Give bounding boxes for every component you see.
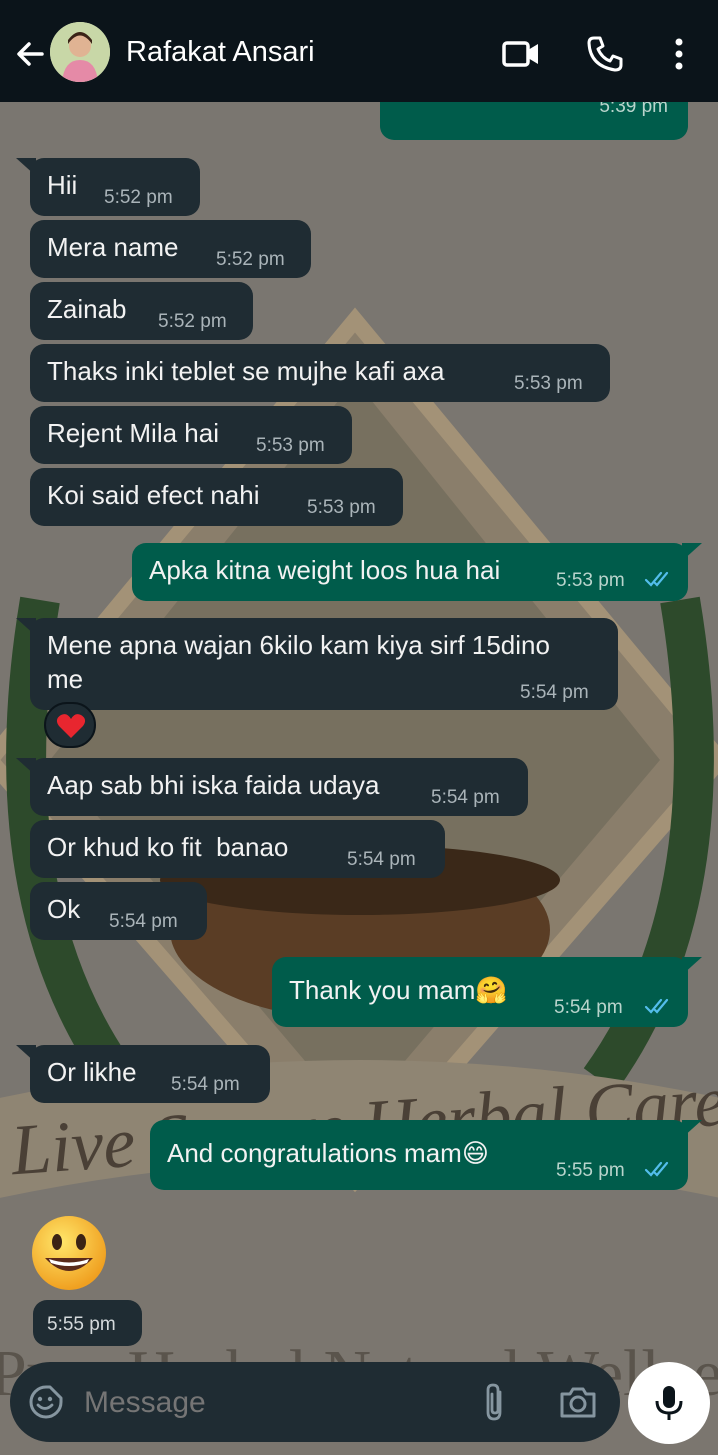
more-options-icon[interactable]	[659, 34, 699, 74]
message-text: Koi said efect nahi	[47, 480, 260, 510]
message-time: 5:52 pm	[158, 311, 227, 332]
message-text: me	[47, 664, 84, 694]
message-text: And congratulations mam😄	[167, 1138, 489, 1168]
read-ticks-icon	[644, 571, 669, 587]
message-time: 5:54 pm	[347, 849, 416, 870]
message-time: 5:54 pm	[171, 1074, 240, 1095]
emoji-icon[interactable]	[28, 1384, 64, 1420]
incoming-message[interactable]: Koi said efect nahi 5:53 pm	[30, 468, 403, 526]
incoming-message[interactable]: Ok 5:54 pm	[30, 882, 207, 940]
camera-icon[interactable]	[558, 1382, 598, 1422]
message-text: Ok	[47, 894, 81, 924]
message-text: Apka kitna weight loos hua hai	[149, 555, 501, 585]
avatar[interactable]	[50, 22, 110, 82]
message-text: Zainab	[47, 294, 127, 324]
outgoing-message[interactable]: Apka kitna weight loos hua hai 5:53 pm	[132, 543, 688, 601]
read-ticks-icon	[644, 998, 669, 1014]
chat-header: Rafakat Ansari	[0, 0, 718, 102]
bubble-tail	[16, 158, 36, 176]
incoming-message[interactable]: Hii 5:52 pm	[30, 158, 200, 216]
bubble-tail	[682, 957, 702, 975]
message-text: Aap sab bhi iska faida udaya	[47, 770, 380, 800]
video-call-icon[interactable]	[501, 34, 541, 74]
bubble-tail	[682, 543, 702, 561]
message-input[interactable]	[82, 1380, 466, 1426]
message-text: Or likhe	[47, 1057, 137, 1087]
incoming-message[interactable]: Zainab 5:52 pm	[30, 282, 253, 340]
mic-icon	[655, 1386, 683, 1420]
reaction-badge[interactable]	[44, 702, 96, 748]
attach-icon[interactable]	[480, 1382, 510, 1422]
message-text: Thaks inki teblet se mujhe kafi axa	[47, 356, 445, 386]
message-time: 5:52 pm	[104, 187, 173, 208]
message-time: 5:53 pm	[256, 435, 325, 456]
incoming-message[interactable]: Thaks inki teblet se mujhe kafi axa 5:53…	[30, 344, 610, 402]
contact-name[interactable]: Rafakat Ansari	[126, 36, 315, 69]
message-composer	[10, 1362, 620, 1442]
sticker-time-badge: 5:55 pm	[33, 1300, 142, 1346]
message-text: Mene apna wajan 6kilo kam kiya sirf 15di…	[47, 630, 550, 660]
message-text: Or khud ko fit banao	[47, 832, 289, 862]
back-arrow-icon[interactable]	[12, 36, 48, 72]
message-time: 5:53 pm	[514, 373, 583, 394]
read-ticks-icon	[644, 1161, 669, 1177]
message-time: 5:55 pm	[47, 1314, 116, 1335]
phone-icon[interactable]	[585, 34, 625, 74]
bubble-tail	[16, 758, 36, 776]
outgoing-message[interactable]: And congratulations mam😄 5:55 pm	[150, 1120, 688, 1190]
message-time: 5:52 pm	[216, 249, 285, 270]
incoming-message[interactable]: Mera name 5:52 pm	[30, 220, 311, 278]
outgoing-message[interactable]: Thank you mam🤗 5:54 pm	[272, 957, 688, 1027]
message-time: 5:54 pm	[109, 911, 178, 932]
message-time: 5:54 pm	[554, 997, 623, 1018]
message-time: 5:53 pm	[556, 570, 625, 591]
incoming-message[interactable]: Rejent Mila hai 5:53 pm	[30, 406, 352, 464]
voice-record-button[interactable]	[628, 1362, 710, 1444]
message-time: 5:54 pm	[431, 787, 500, 808]
message-text: Hii	[47, 170, 78, 200]
message-time: 5:53 pm	[307, 497, 376, 518]
smiley-sticker-icon[interactable]	[30, 1214, 108, 1292]
heart-icon	[56, 714, 86, 738]
incoming-message[interactable]: Or khud ko fit banao 5:54 pm	[30, 820, 445, 878]
message-text: Thank you mam🤗	[289, 975, 508, 1005]
incoming-message[interactable]: Or likhe 5:54 pm	[30, 1045, 270, 1103]
message-time: 5:54 pm	[520, 682, 589, 703]
incoming-message[interactable]: Mene apna wajan 6kilo kam kiya sirf 15di…	[30, 618, 618, 710]
bubble-tail	[682, 1120, 702, 1138]
incoming-message[interactable]: Aap sab bhi iska faida udaya 5:54 pm	[30, 758, 528, 816]
message-time: 5:55 pm	[556, 1160, 625, 1181]
bubble-tail	[16, 618, 36, 636]
message-text: Mera name	[47, 232, 179, 262]
message-text: Rejent Mila hai	[47, 418, 219, 448]
bubble-tail	[16, 1045, 36, 1063]
